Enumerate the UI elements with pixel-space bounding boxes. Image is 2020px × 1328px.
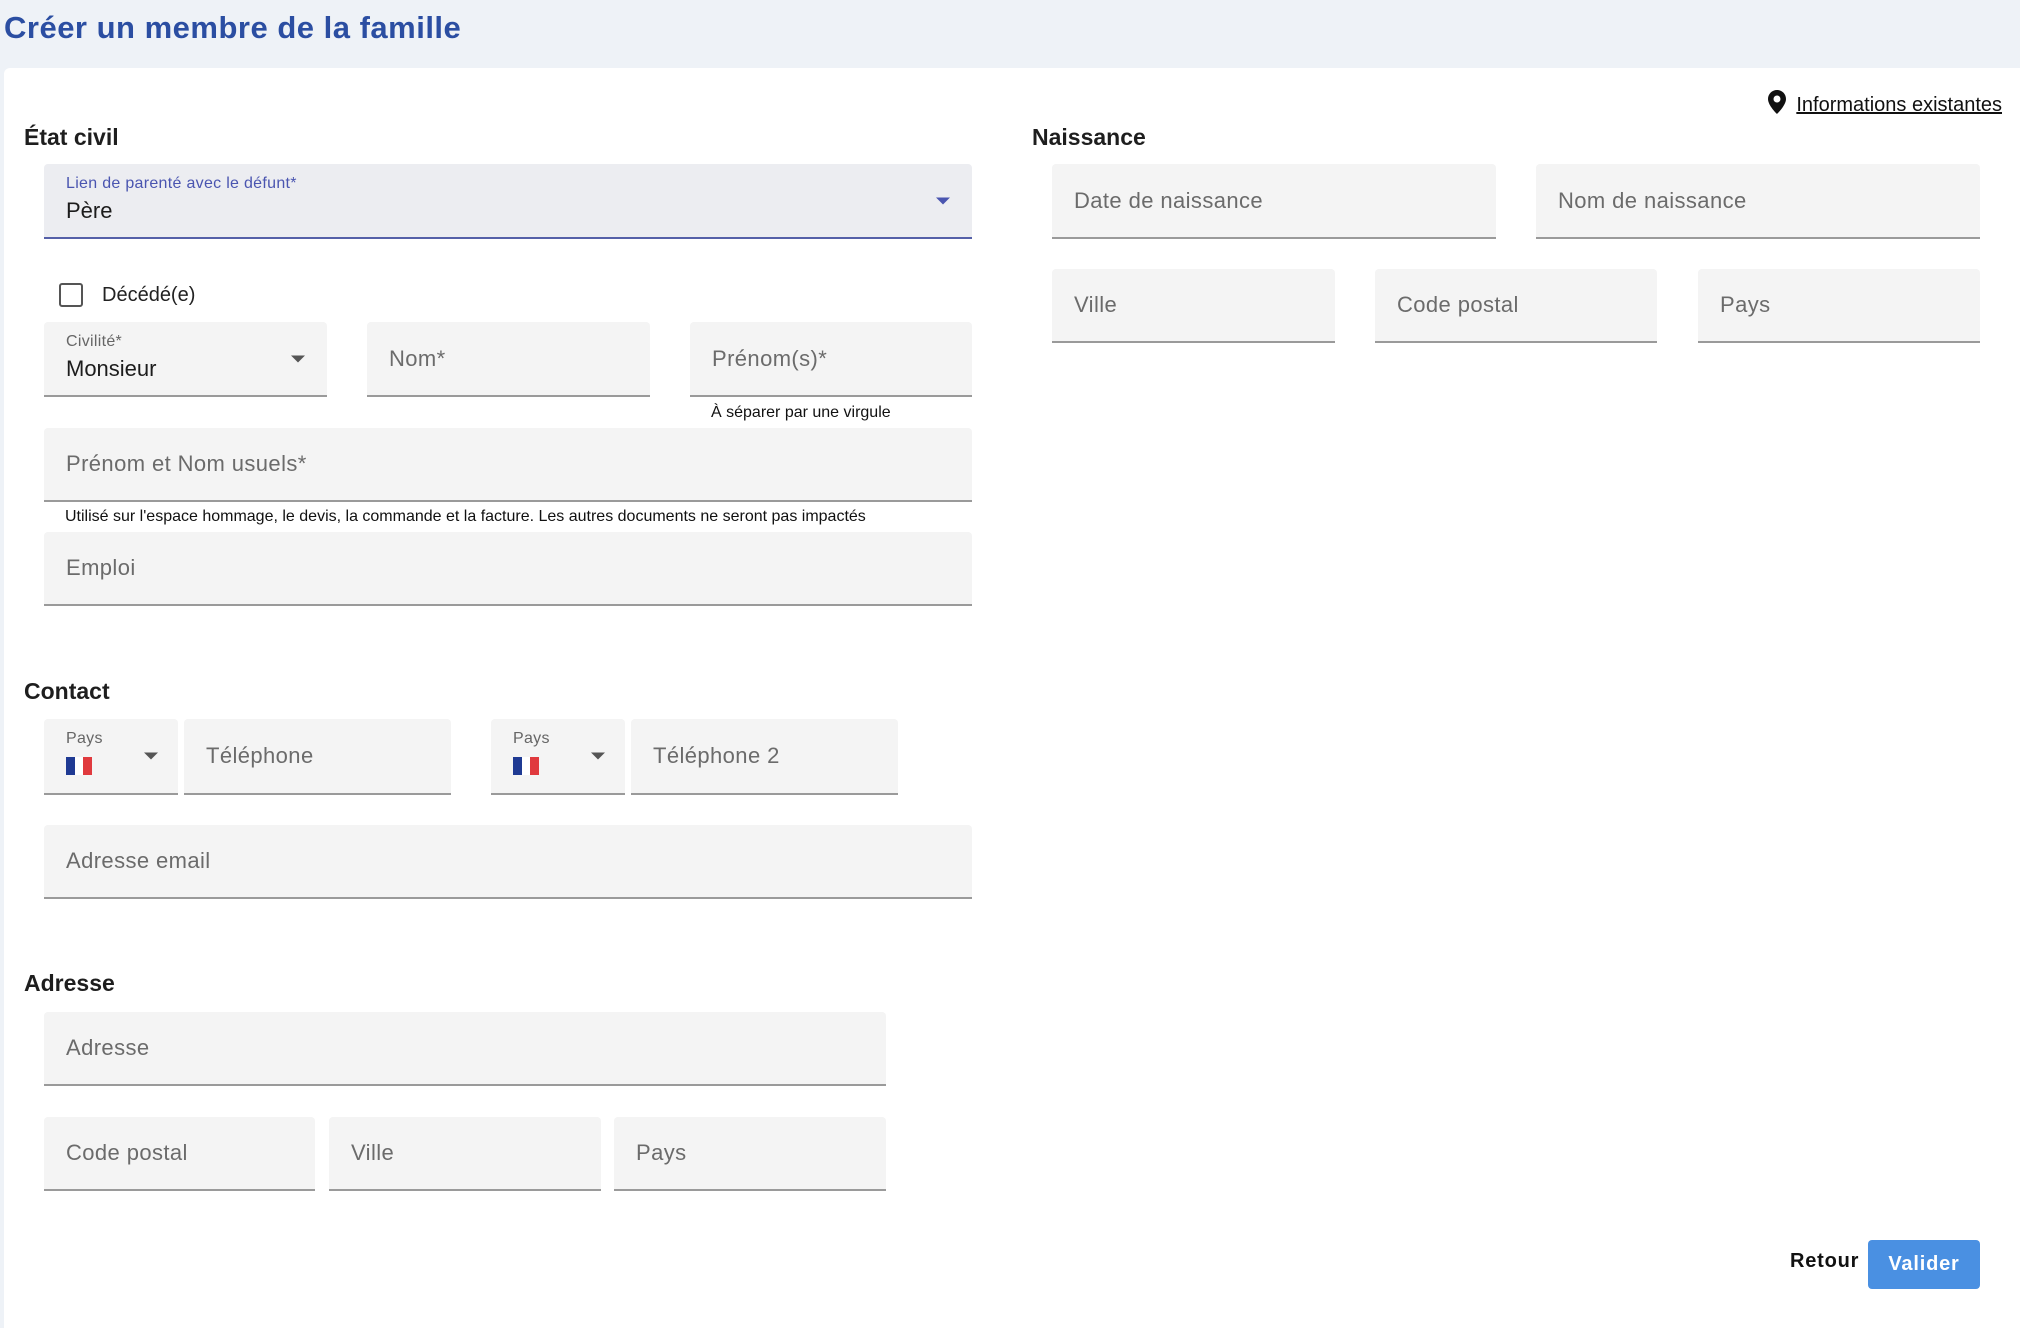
chevron-down-icon [291, 355, 305, 362]
email-placeholder: Adresse email [66, 848, 211, 873]
relationship-label: Lien de parenté avec le défunt* [66, 175, 297, 192]
section-title-contact: Contact [24, 678, 110, 704]
phone2-country-select[interactable]: Pays [491, 719, 625, 795]
address-postal-code-placeholder: Code postal [66, 1140, 188, 1165]
usual-name-placeholder: Prénom et Nom usuels* [66, 451, 307, 476]
chevron-down-icon [591, 752, 605, 760]
first-names-input[interactable]: Prénom(s)* [690, 322, 972, 397]
birth-date-input[interactable]: Date de naissance [1052, 164, 1496, 239]
usual-name-input[interactable]: Prénom et Nom usuels* [44, 428, 972, 502]
first-names-placeholder: Prénom(s)* [712, 345, 828, 371]
phone-country-select[interactable]: Pays [44, 719, 178, 795]
france-flag-icon [513, 757, 540, 775]
birth-postal-code-placeholder: Code postal [1397, 292, 1519, 317]
birth-city-placeholder: Ville [1074, 292, 1118, 317]
deceased-checkbox[interactable] [59, 283, 83, 307]
address-placeholder: Adresse [66, 1035, 150, 1060]
section-title-naissance: Naissance [1032, 124, 1146, 150]
existing-info-label: Informations existantes [1796, 93, 2002, 116]
phone-country-label: Pays [66, 730, 103, 747]
birth-city-input[interactable]: Ville [1052, 269, 1335, 343]
phone2-placeholder: Téléphone 2 [653, 743, 780, 768]
address-postal-code-input[interactable]: Code postal [44, 1117, 315, 1191]
phone2-country-label: Pays [513, 730, 550, 747]
birth-country-placeholder: Pays [1720, 292, 1771, 317]
france-flag-icon [66, 757, 93, 775]
civility-label: Civilité* [66, 333, 123, 350]
submit-button[interactable]: Valider [1868, 1240, 1980, 1289]
existing-info-link[interactable]: Informations existantes [1768, 90, 2002, 120]
usual-name-hint: Utilisé sur l'espace hommage, le devis, … [65, 508, 866, 525]
civility-value: Monsieur [66, 356, 157, 381]
phone2-input[interactable]: Téléphone 2 [631, 719, 898, 795]
phone-input[interactable]: Téléphone [184, 719, 451, 795]
address-input[interactable]: Adresse [44, 1012, 886, 1086]
civility-select[interactable]: Civilité* Monsieur [44, 322, 327, 397]
birth-name-placeholder: Nom de naissance [1558, 187, 1747, 213]
address-city-input[interactable]: Ville [329, 1117, 601, 1191]
chevron-down-icon [144, 752, 158, 760]
phone-placeholder: Téléphone [206, 743, 314, 768]
page-title: Créer un membre de la famille [4, 10, 462, 45]
section-title-adresse: Adresse [24, 970, 115, 996]
address-country-placeholder: Pays [636, 1140, 687, 1165]
section-title-etat-civil: État civil [24, 124, 119, 150]
job-input[interactable]: Emploi [44, 532, 972, 606]
relationship-value: Père [66, 198, 113, 223]
deceased-label: Décédé(e) [102, 284, 196, 306]
last-name-placeholder: Nom* [389, 345, 446, 371]
birth-name-input[interactable]: Nom de naissance [1536, 164, 1980, 239]
birth-date-placeholder: Date de naissance [1074, 187, 1264, 213]
job-placeholder: Emploi [66, 555, 136, 580]
map-pin-icon [1768, 90, 1787, 120]
birth-country-input[interactable]: Pays [1698, 269, 1980, 343]
relationship-select[interactable]: Lien de parenté avec le défunt* Père [44, 164, 972, 239]
last-name-input[interactable]: Nom* [367, 322, 650, 397]
chevron-down-icon [936, 197, 950, 204]
email-input[interactable]: Adresse email [44, 825, 972, 899]
address-city-placeholder: Ville [351, 1140, 395, 1165]
address-country-input[interactable]: Pays [614, 1117, 886, 1191]
birth-postal-code-input[interactable]: Code postal [1375, 269, 1657, 343]
first-names-hint: À séparer par une virgule [711, 404, 891, 421]
back-button[interactable]: Retour [1790, 1250, 1859, 1273]
